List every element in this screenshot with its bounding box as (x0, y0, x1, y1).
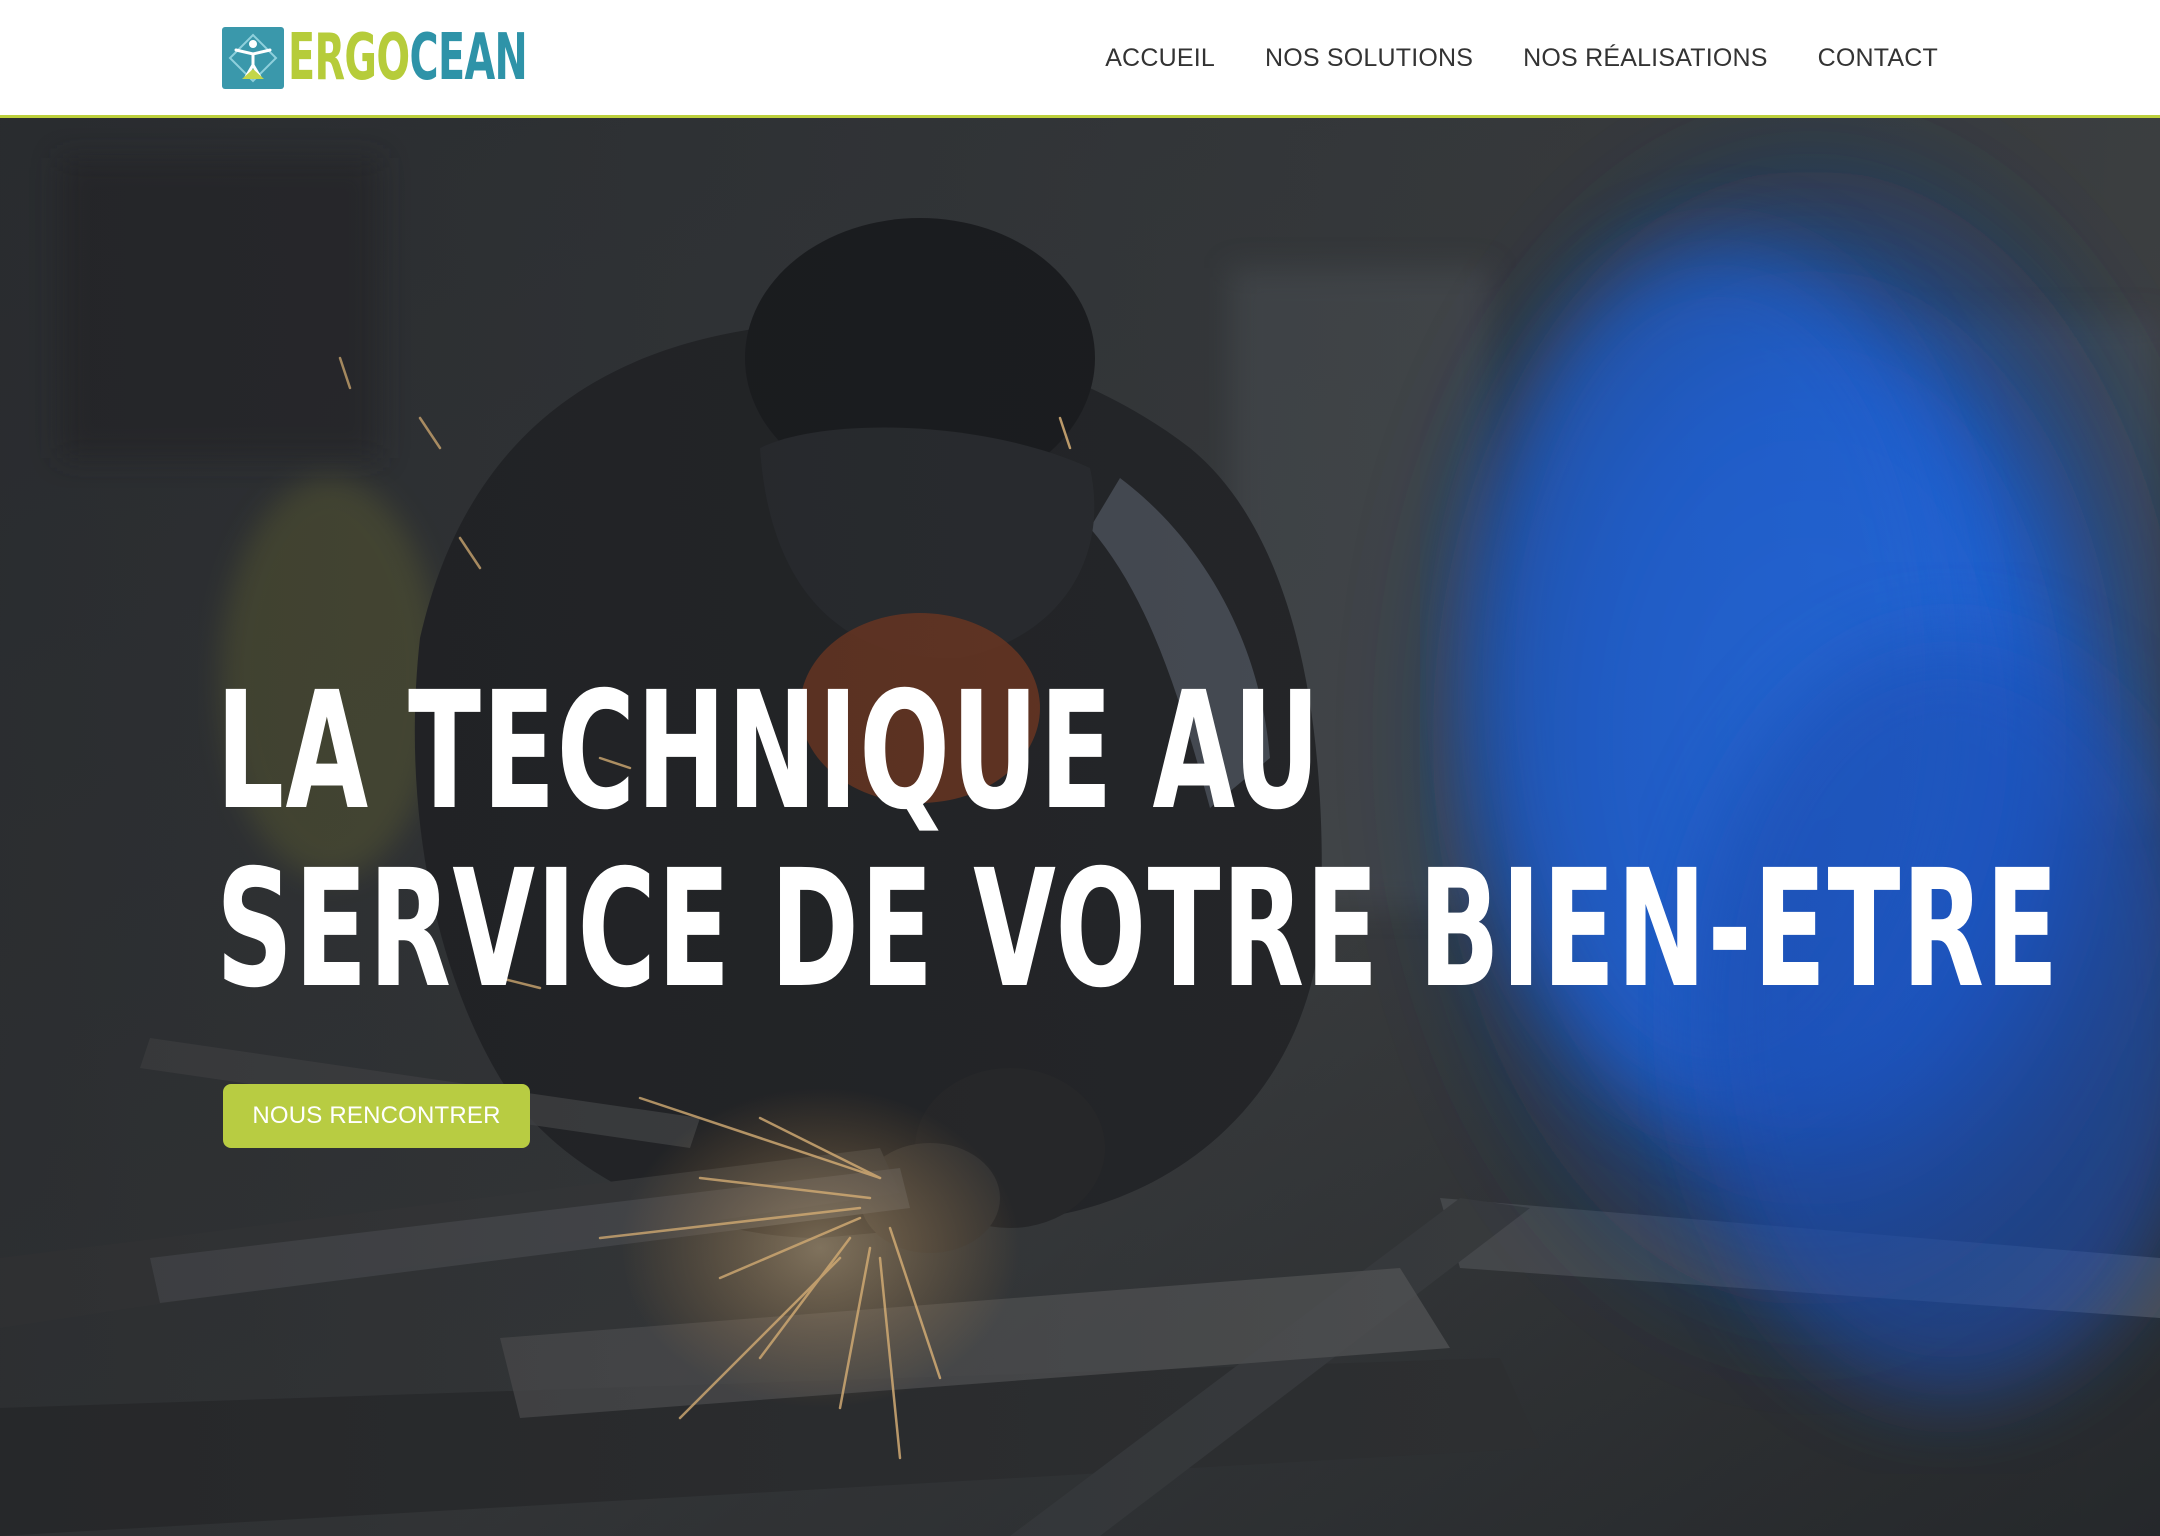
ergocean-logo[interactable]: ERGO CEAN (222, 26, 674, 90)
nav-nos-solutions[interactable]: NOS SOLUTIONS (1265, 38, 1473, 78)
nav-contact[interactable]: CONTACT (1818, 38, 1938, 78)
hero-headline: LA TECHNIQUE AU SERVICE DE VOTRE BIEN-ET… (216, 663, 2060, 1019)
logo-text-ergo: ERGO (288, 21, 410, 95)
logo-wordmark: ERGO CEAN (288, 21, 528, 95)
hero-headline-line-1: LA TECHNIQUE AU (216, 658, 1322, 846)
hero-headline-line-2: SERVICE DE VOTRE BIEN-ETRE (216, 836, 2060, 1024)
ergonomic-person-icon (222, 27, 284, 89)
main-nav: ACCUEIL NOS SOLUTIONS NOS RÉALISATIONS C… (1105, 38, 1938, 78)
nav-nos-realisations[interactable]: NOS RÉALISATIONS (1523, 38, 1767, 78)
site-header: ERGO CEAN ACCUEIL NOS SOLUTIONS NOS RÉAL… (0, 0, 2160, 118)
hero-section: LA TECHNIQUE AU SERVICE DE VOTRE BIEN-ET… (0, 118, 2160, 1536)
nav-accueil[interactable]: ACCUEIL (1105, 38, 1215, 78)
logo-text-cean: CEAN (409, 21, 528, 95)
nous-rencontrer-button[interactable]: NOUS RENCONTRER (223, 1084, 530, 1148)
